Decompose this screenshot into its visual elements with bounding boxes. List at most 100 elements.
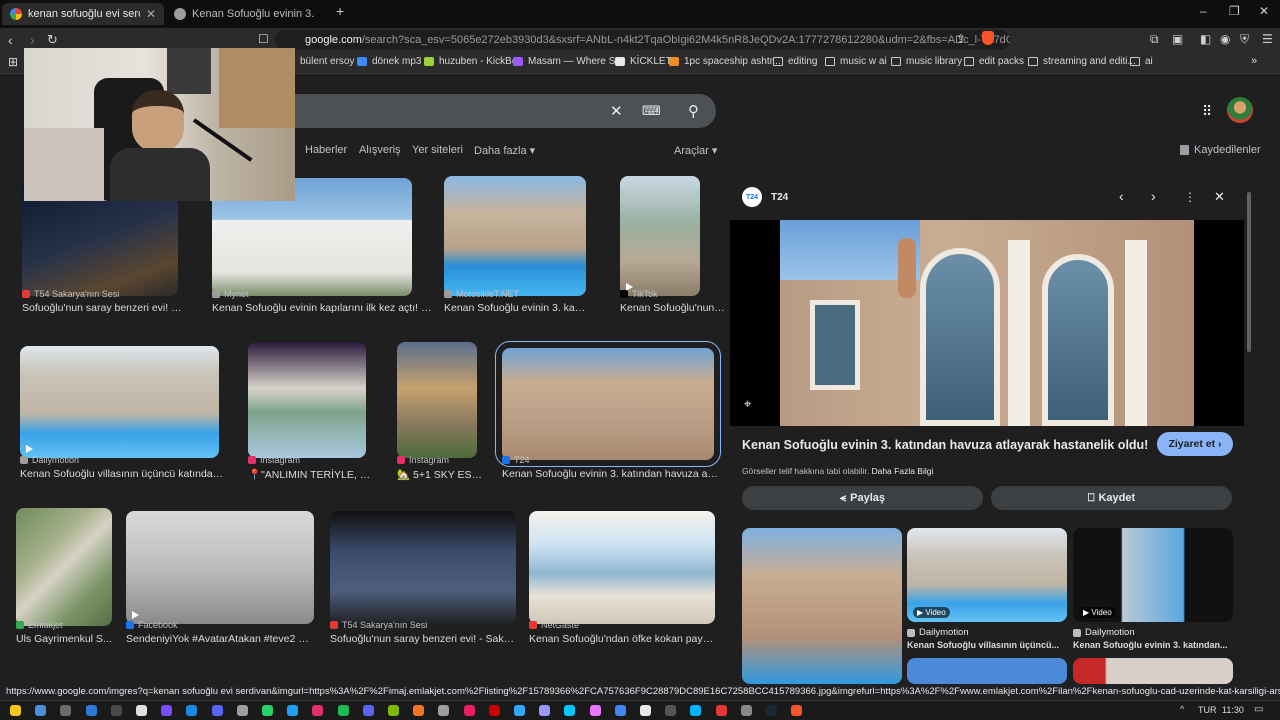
taskbar-app-icon[interactable] [766,705,777,716]
result-thumbnail[interactable] [330,511,516,624]
taskbar-app-icon[interactable] [161,705,173,716]
tab-search-icon[interactable]: ▣ [1172,32,1183,46]
tab-search[interactable]: kenan sofuoğlu evi serdivan - G ✕ [2,3,164,25]
related-thumbnail[interactable] [1073,658,1233,684]
taskbar-app-icon[interactable] [186,705,198,716]
taskbar-app-icon[interactable] [262,705,273,716]
new-tab-button[interactable]: + [336,3,344,19]
result-caption[interactable]: Kenan Sofuoğlu evinin 3. katından havuza… [502,468,720,480]
bookmark-icon[interactable]: ☐ [258,32,269,46]
bookmark-item[interactable]: bülent ersoy [300,56,354,67]
result-thumbnail[interactable] [16,508,112,626]
related-thumbnail[interactable]: ▶ Video [907,528,1067,622]
result-caption[interactable]: Sofuoğlu'nun saray benzeri evi! - Sakary… [330,633,516,645]
google-apps-icon[interactable]: ⠿ [1202,103,1212,120]
saved-button[interactable]: Kaydedilenler [1180,144,1261,156]
result-caption[interactable]: Kenan Sofuoğlu evinin kapılarını ilk kez… [212,302,437,314]
bookmark-item[interactable]: music w ai [825,56,887,67]
result-caption[interactable]: Kenan Sofuoğlu'ndan öfke kokan paylaş... [529,633,714,645]
vpn-icon[interactable]: ⛨ [1240,32,1249,47]
taskbar-app-icon[interactable] [539,705,551,716]
lens-icon[interactable]: ⌖ [744,396,751,412]
avatar[interactable] [1227,97,1253,123]
taskbar-app-icon[interactable] [514,705,525,716]
taskbar-app-icon[interactable] [312,705,324,716]
result-thumbnail[interactable] [126,511,314,624]
preview-image[interactable]: ⌖ [730,220,1244,426]
result-caption[interactable]: 📍"ANLIMIN TERİYLE, VÜC... [248,468,376,481]
tab-article[interactable]: Kenan Sofuoğlu evinin 3. katından ha [166,3,328,25]
brave-shield-icon[interactable] [982,31,994,45]
result-caption[interactable]: Kenan Sofuoğlu evinin 3. katın... [444,302,586,314]
taskbar-app-icon[interactable] [640,705,651,716]
taskbar-app-icon[interactable] [236,705,248,716]
tray-chevron-icon[interactable]: ^ [1180,704,1184,714]
filter-news[interactable]: Haberler [305,144,347,156]
notification-icon[interactable]: ▭ [1254,704,1263,715]
search-icon[interactable]: ⚲ [688,102,699,120]
extensions-icon[interactable]: ⧉ [1150,32,1159,47]
result-caption[interactable]: Kenan Sofuoğlu villasının üçüncü katında… [20,468,225,480]
bookmark-item[interactable]: Masam — Where S... [513,56,624,67]
result-thumbnail[interactable] [397,342,477,458]
result-thumbnail[interactable] [529,511,715,624]
more-info-link[interactable]: Daha Fazla Bilgi [871,466,933,476]
related-caption[interactable]: Kenan Sofuoğlu villasının üçüncü... [907,640,1059,650]
minimize-button[interactable]: – [1200,4,1207,18]
related-thumbnail[interactable]: ▶ Video [1073,528,1233,622]
apps-icon[interactable]: ⊞ [8,55,18,69]
forward-icon[interactable]: › [30,32,35,48]
bookmark-item[interactable]: streaming and editi... [1028,56,1136,67]
result-caption[interactable]: Sofuoğlu'nun saray benzeri evi! - S... [22,302,182,314]
panel-title[interactable]: Kenan Sofuoğlu evinin 3. katından havuza… [742,438,1148,452]
result-caption[interactable]: 🏡 5+1 SKY ESE... [397,468,483,481]
taskbar-app-icon[interactable] [690,705,702,716]
clock[interactable]: 11:30 [1222,705,1244,715]
taskbar-app-icon[interactable] [665,705,677,716]
taskbar-app-icon[interactable] [85,705,97,716]
taskbar-app-icon[interactable] [740,705,752,716]
taskbar-app-icon[interactable] [564,705,576,716]
taskbar-app-icon[interactable] [388,705,399,716]
save-button[interactable]: ⎕ Kaydet [991,486,1232,510]
bookmark-item[interactable]: huzuben - KickBot [424,56,520,67]
result-thumbnail[interactable] [248,342,366,458]
bookmark-item[interactable]: dönek mp3 [357,56,421,67]
taskbar-app-icon[interactable] [614,705,626,716]
result-caption[interactable]: Kenan Sofuoğlu'nun E... [620,302,725,314]
menu-icon[interactable]: ☰ [1262,32,1273,46]
close-window-button[interactable]: ✕ [1259,4,1269,18]
related-thumbnail[interactable] [907,658,1067,684]
taskbar-app-icon[interactable] [35,705,47,716]
tools-button[interactable]: Araçlar ▾ [674,144,717,157]
result-thumbnail[interactable] [495,341,721,467]
filter-sites[interactable]: Yer siteleri [412,144,463,156]
result-thumbnail[interactable] [620,176,700,296]
address-bar[interactable]: google.com/search?sca_esv=5065e272eb3930… [275,30,1010,50]
taskbar-app-icon[interactable] [10,705,21,716]
bookmark-item[interactable]: music library [891,56,962,67]
taskbar-app-icon[interactable] [337,705,349,716]
result-caption[interactable]: Uls Gayrimenkul S... [16,633,112,645]
taskbar-app-icon[interactable] [362,705,374,716]
taskbar-app-icon[interactable] [211,705,223,716]
next-icon[interactable]: › [1151,188,1156,204]
result-thumbnail[interactable] [444,176,586,296]
close-tab-icon[interactable]: ✕ [140,7,156,21]
taskbar-app-icon[interactable] [60,705,72,716]
taskbar-app-icon[interactable] [463,705,475,716]
share-icon[interactable]: ⇪ [956,32,966,46]
bookmark-item[interactable]: 1pc spaceship ashtr... [669,56,781,67]
prev-icon[interactable]: ‹ [1119,188,1124,204]
taskbar-app-icon[interactable] [438,705,450,716]
more-options-icon[interactable]: ⋮ [1184,190,1196,204]
share-button[interactable]: ⪪ Paylaş [742,486,983,510]
taskbar-app-icon[interactable] [715,705,727,716]
taskbar-app-icon[interactable] [110,705,122,716]
taskbar-app-icon[interactable] [589,705,601,716]
taskbar-app-icon[interactable] [488,705,500,716]
bookmark-item[interactable]: KİCKLET [615,56,672,67]
bookmark-item[interactable]: editing [773,56,817,67]
language-indicator[interactable]: TUR [1198,705,1217,715]
taskbar-app-icon[interactable] [413,705,425,716]
